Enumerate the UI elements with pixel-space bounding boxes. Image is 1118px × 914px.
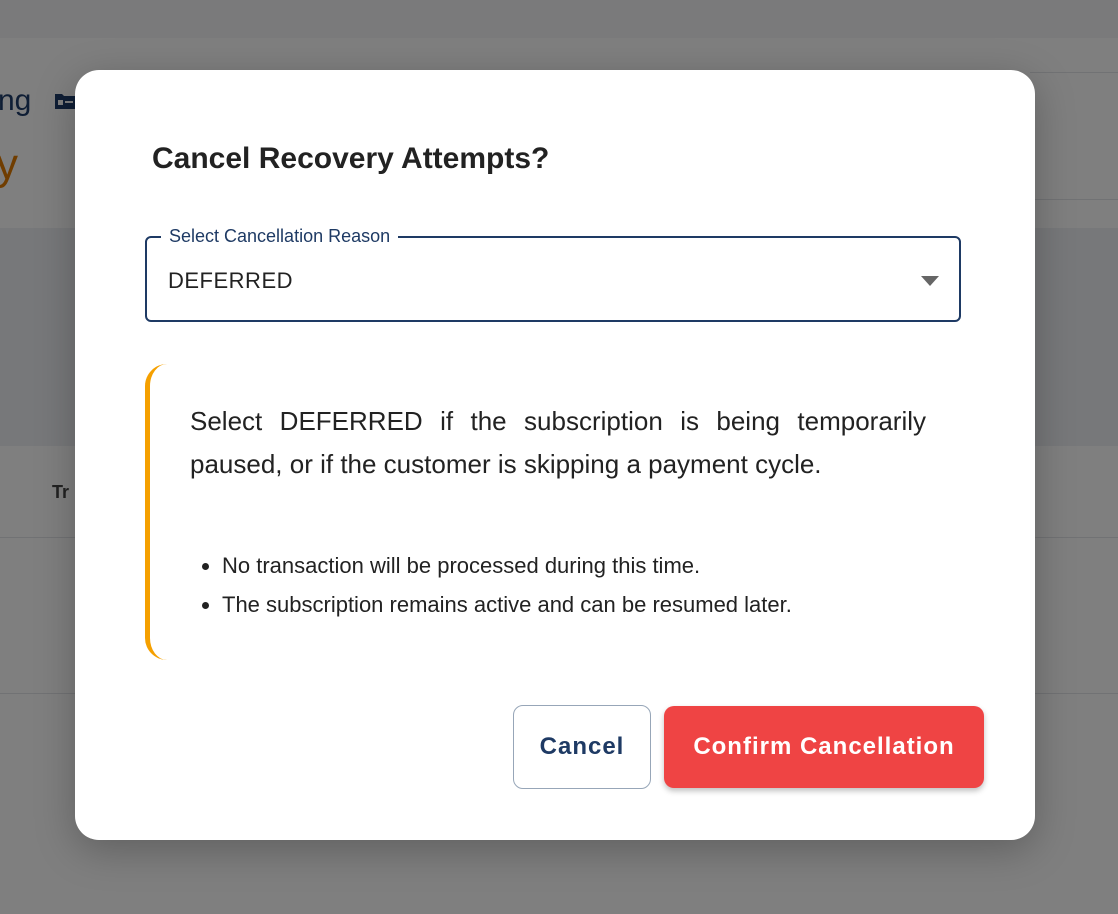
list-item: No transaction will be processed during … [222, 546, 982, 585]
cancel-button[interactable]: Cancel [513, 705, 651, 789]
select-label: Select Cancellation Reason [161, 225, 399, 247]
callout-bullet-list: No transaction will be processed during … [190, 546, 982, 624]
cancellation-reason-select[interactable]: Select Cancellation Reason DEFERRED [145, 225, 961, 322]
chevron-down-icon [921, 276, 939, 286]
callout-description: Select DEFERRED if the subscription is b… [190, 406, 926, 479]
list-item: The subscription remains active and can … [222, 585, 982, 624]
confirm-cancellation-button[interactable]: Confirm Cancellation [664, 706, 984, 788]
select-value: DEFERRED [168, 268, 294, 293]
info-callout: Select DEFERRED if the subscription is b… [145, 364, 965, 660]
dialog-title: Cancel Recovery Attempts? [152, 142, 550, 175]
page: ng y Tr Cancel Recovery Attempts? Select… [0, 0, 1118, 914]
cancel-recovery-dialog: Cancel Recovery Attempts? Select Cancell… [75, 70, 1035, 840]
